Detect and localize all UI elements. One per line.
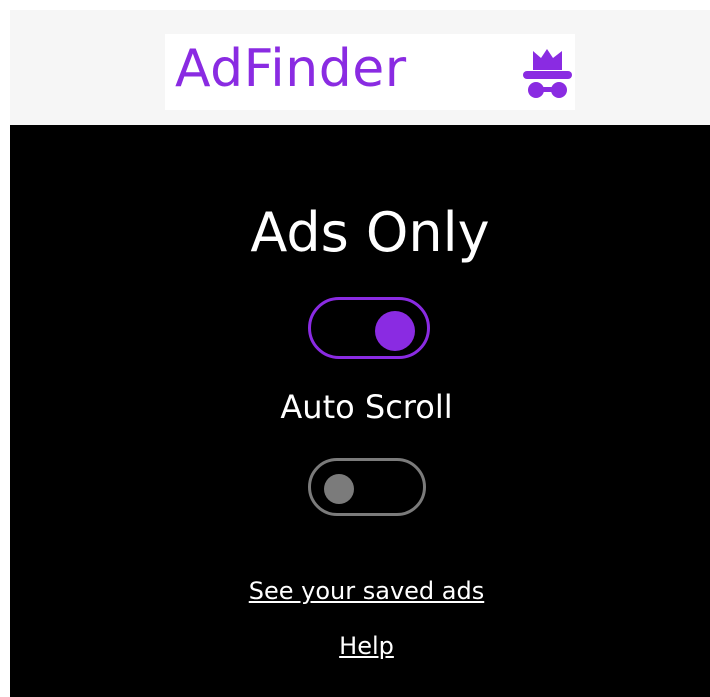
toggle-knob <box>375 311 415 351</box>
ads-only-label: Ads Only <box>250 201 490 264</box>
header: AdFinder <box>10 10 710 125</box>
auto-scroll-toggle[interactable] <box>308 458 426 516</box>
settings-panel: Ads Only Auto Scroll See your saved ads … <box>10 125 710 697</box>
extension-popup: AdFinder Ads Only Auto Scroll See your s… <box>0 0 710 697</box>
toggle-knob <box>324 474 354 504</box>
saved-ads-link[interactable]: See your saved ads <box>10 575 710 607</box>
incognito-spy-icon <box>523 49 572 98</box>
logo: AdFinder <box>165 34 575 110</box>
logo-text: AdFinder <box>175 39 407 99</box>
ads-only-toggle[interactable] <box>308 297 430 359</box>
help-link[interactable]: Help <box>10 630 710 662</box>
auto-scroll-label: Auto Scroll <box>280 388 453 426</box>
